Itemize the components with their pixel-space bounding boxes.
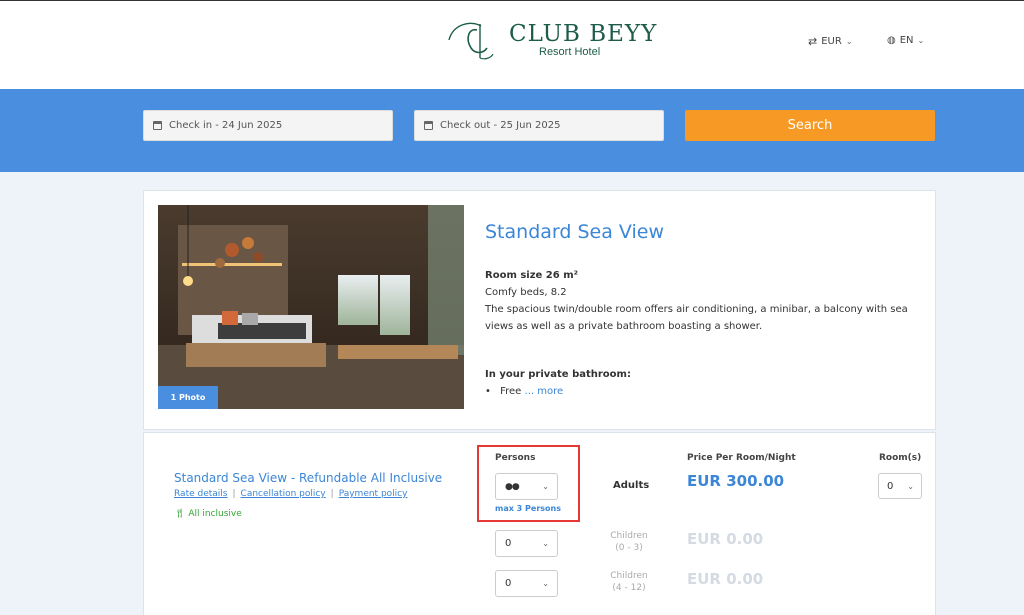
logo-subtitle: Resort Hotel: [539, 46, 601, 58]
currency-value: EUR: [821, 36, 842, 47]
search-bar: Check in - 24 Jun 2025 Check out - 25 Ju…: [0, 89, 1024, 172]
globe-icon: ◍: [887, 35, 896, 46]
children-4-12-value: 0: [505, 578, 512, 589]
bathroom-heading: In your private bathroom:: [485, 369, 631, 380]
board-type-label: All inclusive: [188, 509, 242, 519]
check-in-text: Check in - 24 Jun 2025: [169, 120, 283, 131]
room-photo-image: [158, 205, 464, 409]
children-label: Children: [610, 571, 648, 581]
children-4-12-label: Children (4 - 12): [599, 570, 659, 594]
chevron-down-icon: ⌄: [542, 539, 549, 548]
children-0-3-value: 0: [505, 538, 512, 549]
room-photo[interactable]: 1 Photo: [158, 205, 464, 409]
logo-title: CLUB BEYY: [509, 21, 658, 47]
two-persons-icon: ●●: [505, 481, 520, 492]
room-size: Room size 26 m²: [485, 270, 579, 281]
chevron-down-icon: ⌄: [542, 482, 549, 491]
check-out-field[interactable]: Check out - 25 Jun 2025: [414, 110, 664, 141]
children-4-12-select[interactable]: 0 ⌄: [495, 570, 558, 597]
currency-selector[interactable]: ⇄ EUR ⌄: [808, 35, 853, 48]
room-beds: Comfy beds, 8.2: [485, 287, 567, 298]
board-type: 🍴︎ All inclusive: [174, 509, 242, 519]
max-persons-note: max 3 Persons: [495, 504, 561, 513]
children-0-3-select[interactable]: 0 ⌄: [495, 530, 558, 557]
hotel-logo[interactable]: CLUB BEYY Resort Hotel: [447, 18, 656, 62]
photo-count-badge[interactable]: 1 Photo: [158, 386, 218, 409]
chevron-down-icon: ⌄: [845, 37, 853, 46]
language-selector[interactable]: ◍ EN ⌄: [887, 35, 924, 46]
cancellation-policy-link[interactable]: Cancellation policy: [241, 489, 326, 499]
fork-knife-icon: 🍴︎: [174, 509, 186, 519]
rate-links: Rate details | Cancellation policy | Payment…: [174, 489, 408, 499]
room-description: Room size 26 m² Comfy beds, 8.2 The spac…: [485, 267, 925, 335]
children-4-12-price: EUR 0.00: [687, 570, 764, 588]
price-header: Price Per Room/Night: [687, 453, 796, 463]
rooms-header: Room(s): [879, 453, 922, 463]
rate-title[interactable]: Standard Sea View - Refundable All Inclu…: [174, 471, 442, 485]
adults-label: Adults: [613, 480, 650, 491]
children-age-range: (0 - 3): [615, 543, 643, 553]
bathroom-item: • Free ... more: [485, 386, 564, 397]
children-label: Children: [610, 531, 648, 541]
exchange-icon: ⇄: [808, 35, 818, 48]
adult-price: EUR 300.00: [687, 472, 785, 490]
payment-policy-link[interactable]: Payment policy: [339, 489, 408, 499]
search-button[interactable]: Search: [685, 110, 935, 141]
rooms-value: 0: [887, 480, 894, 492]
site-header: CLUB BEYY Resort Hotel ⇄ EUR ⌄ ◍ EN ⌄: [0, 0, 1024, 89]
more-link[interactable]: ... more: [525, 386, 564, 397]
children-age-range: (4 - 12): [612, 583, 646, 593]
chevron-down-icon: ⌄: [917, 36, 925, 45]
calendar-icon: [424, 121, 433, 130]
room-title[interactable]: Standard Sea View: [485, 221, 664, 243]
calendar-icon: [153, 121, 162, 130]
rate-section: Standard Sea View - Refundable All Inclu…: [143, 432, 936, 615]
chevron-down-icon: ⌄: [542, 579, 549, 588]
logo-emblem-icon: [448, 22, 494, 60]
check-out-text: Check out - 25 Jun 2025: [440, 120, 561, 131]
language-value: EN: [899, 35, 914, 46]
children-0-3-price: EUR 0.00: [687, 530, 764, 548]
chevron-down-icon: ⌄: [907, 482, 914, 491]
persons-label: Persons: [495, 453, 536, 463]
children-0-3-label: Children (0 - 3): [599, 530, 659, 554]
bathroom-item-text: Free: [500, 386, 522, 397]
rate-details-link[interactable]: Rate details: [174, 489, 227, 499]
room-description-text: The spacious twin/double room offers air…: [485, 304, 908, 332]
room-card: 1 Photo Standard Sea View Room size 26 m…: [143, 190, 936, 430]
check-in-field[interactable]: Check in - 24 Jun 2025: [143, 110, 393, 141]
rooms-select[interactable]: 0 ⌄: [878, 473, 922, 499]
persons-select[interactable]: ●● ⌄: [495, 473, 558, 500]
